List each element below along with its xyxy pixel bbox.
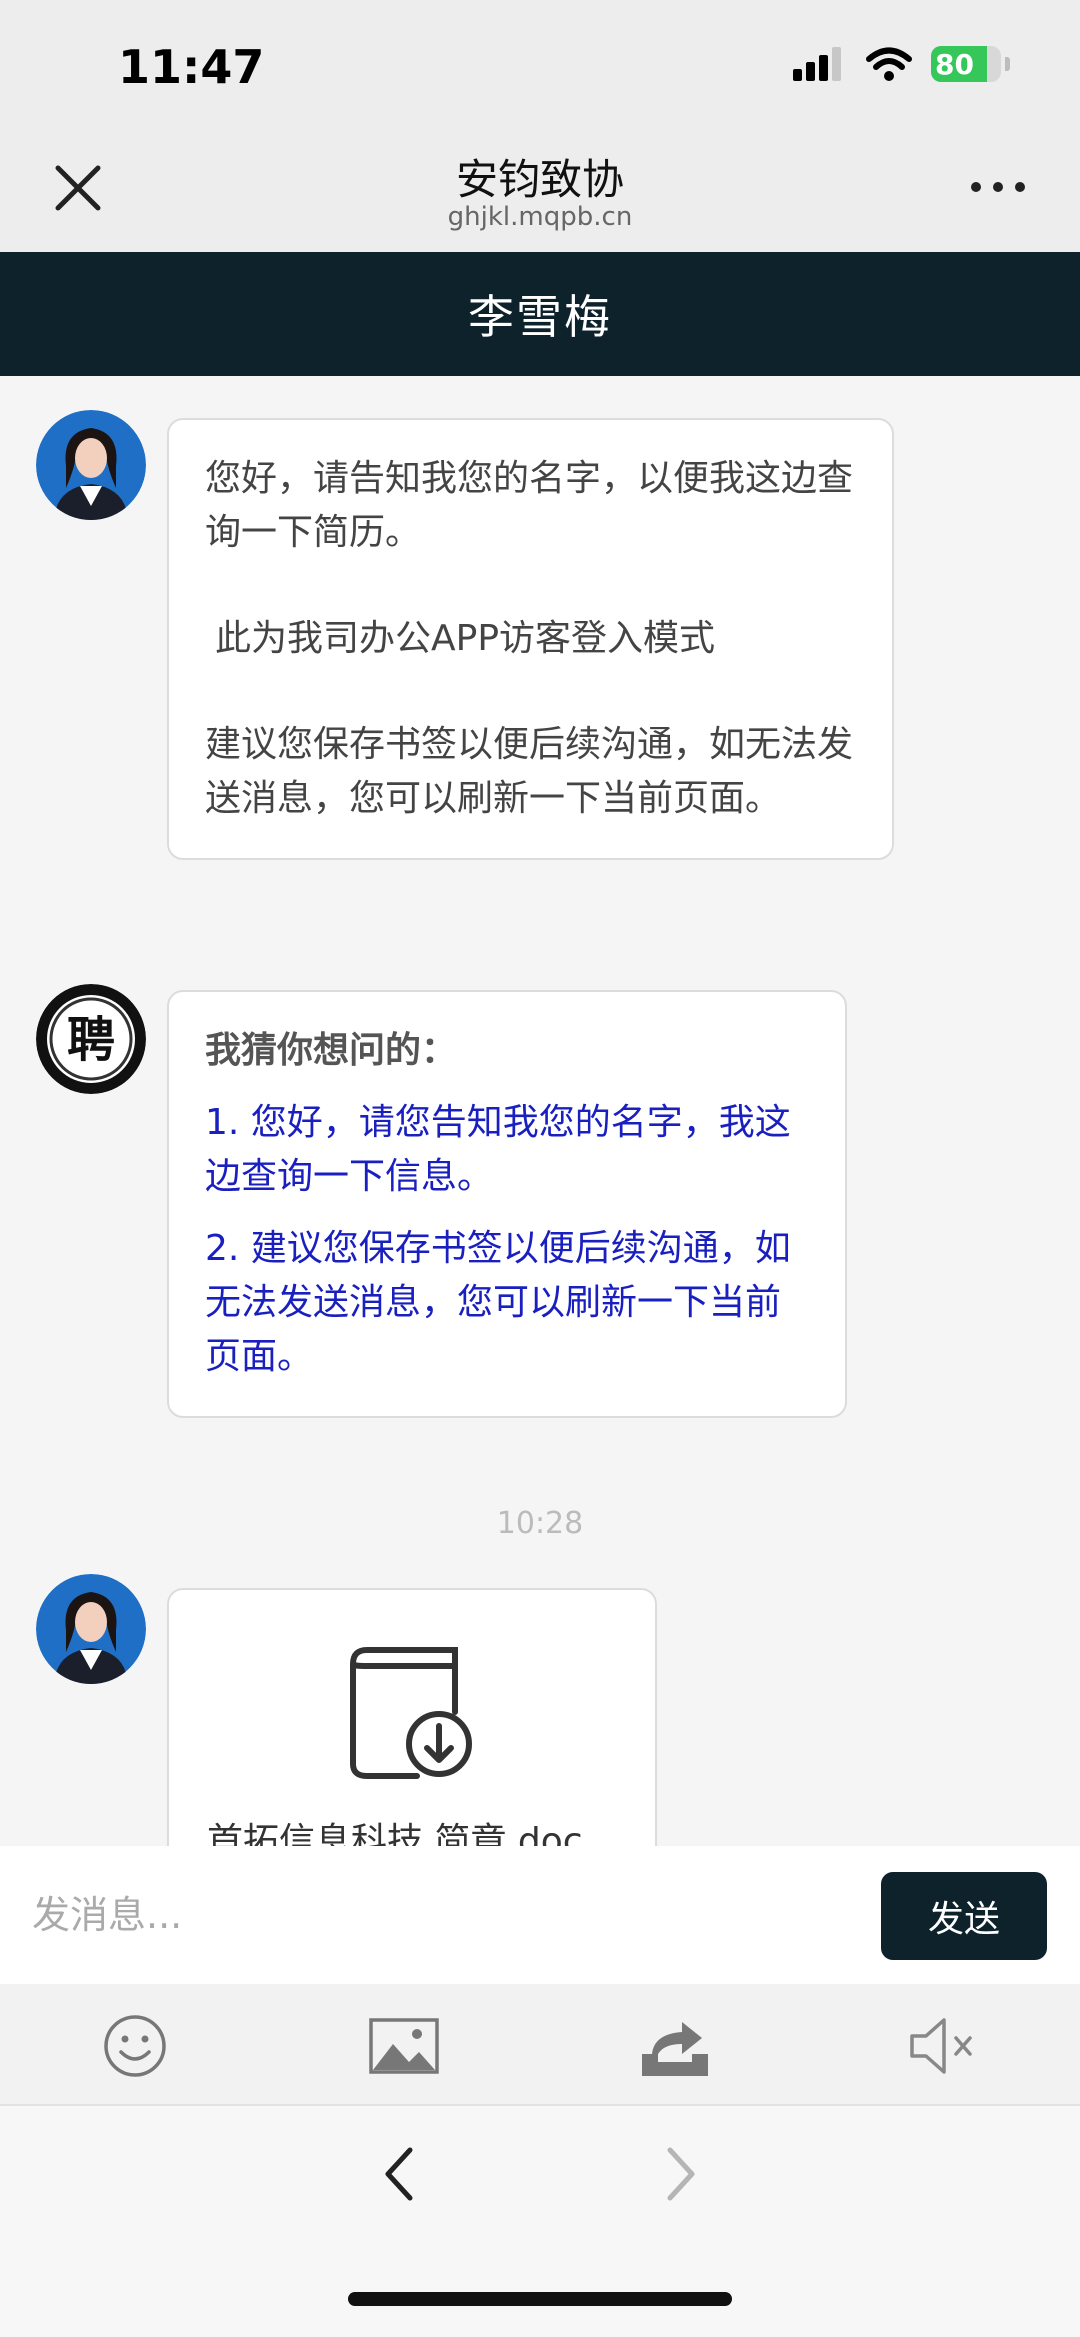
message-bubble: 您好，请告知我您的名字，以便我这边查询一下简历。 此为我司办公APP访客登入模式…	[167, 418, 894, 860]
status-time: 11:47	[118, 40, 265, 94]
suggestion-card: 我猜你想问的： 1. 您好，请您告知我您的名字，我这边查询一下信息。 2. 建议…	[167, 990, 847, 1418]
emoji-icon[interactable]	[98, 2014, 172, 2078]
suggestion-item[interactable]: 1. 您好，请您告知我您的名字，我这边查询一下信息。	[205, 1096, 809, 1204]
chat-area[interactable]: 您好，请告知我您的名字，以便我这边查询一下简历。 此为我司办公APP访客登入模式…	[0, 376, 1080, 1846]
composer-bar: 发送	[0, 1846, 1080, 1984]
mute-icon[interactable]	[906, 2014, 980, 2078]
battery-tip	[1005, 57, 1010, 71]
agent-avatar[interactable]	[36, 410, 146, 520]
suggestion-item[interactable]: 2. 建议您保存书签以便后续沟通，如无法发送消息，您可以刷新一下当前页面。	[205, 1222, 809, 1384]
file-message[interactable]: 首拓信息科技 简章.doc	[167, 1588, 657, 1846]
page-url: ghjkl.mqpb.cn	[447, 202, 633, 232]
bot-avatar[interactable]: 聘	[36, 984, 146, 1094]
status-icons: 80	[793, 46, 1010, 82]
tools-bar	[0, 1984, 1080, 2106]
signal-icon	[793, 47, 841, 81]
message-input[interactable]	[30, 1866, 854, 1964]
battery-percent: 80	[935, 47, 974, 81]
message-text: 您好，请告知我您的名字，以便我这边查询一下简历。	[205, 458, 854, 553]
suggestion-heading: 我猜你想问的：	[205, 1030, 458, 1071]
contact-bar: 李雪梅	[0, 252, 1080, 376]
image-icon[interactable]	[367, 2014, 441, 2078]
message-text: 建议您保存书签以便后续沟通，如无法发送消息，您可以刷新一下当前页面。	[205, 724, 854, 819]
browser-header: 11:47 80 安钧致协 ghjkl.mqpb.cn	[0, 0, 1080, 252]
contact-name: 李雪梅	[468, 290, 612, 344]
send-button[interactable]: 发送	[881, 1872, 1047, 1960]
agent-avatar[interactable]	[36, 1574, 146, 1684]
file-name: 首拓信息科技 简章.doc	[207, 1821, 583, 1846]
wifi-icon	[866, 47, 912, 81]
battery-indicator: 80	[931, 46, 1001, 82]
share-icon[interactable]	[638, 2014, 712, 2078]
file-download-icon[interactable]	[347, 1646, 477, 1782]
forward-arrow-icon[interactable]	[660, 2144, 700, 2204]
message-timestamp: 10:28	[496, 1506, 584, 1541]
more-icon[interactable]	[968, 172, 1028, 202]
message-text: 此为我司办公APP访客登入模式	[215, 618, 716, 659]
svg-text:聘: 聘	[67, 1012, 115, 1068]
page-title: 安钧致协	[455, 155, 624, 204]
home-indicator	[348, 2292, 732, 2306]
back-arrow-icon[interactable]	[380, 2144, 420, 2204]
